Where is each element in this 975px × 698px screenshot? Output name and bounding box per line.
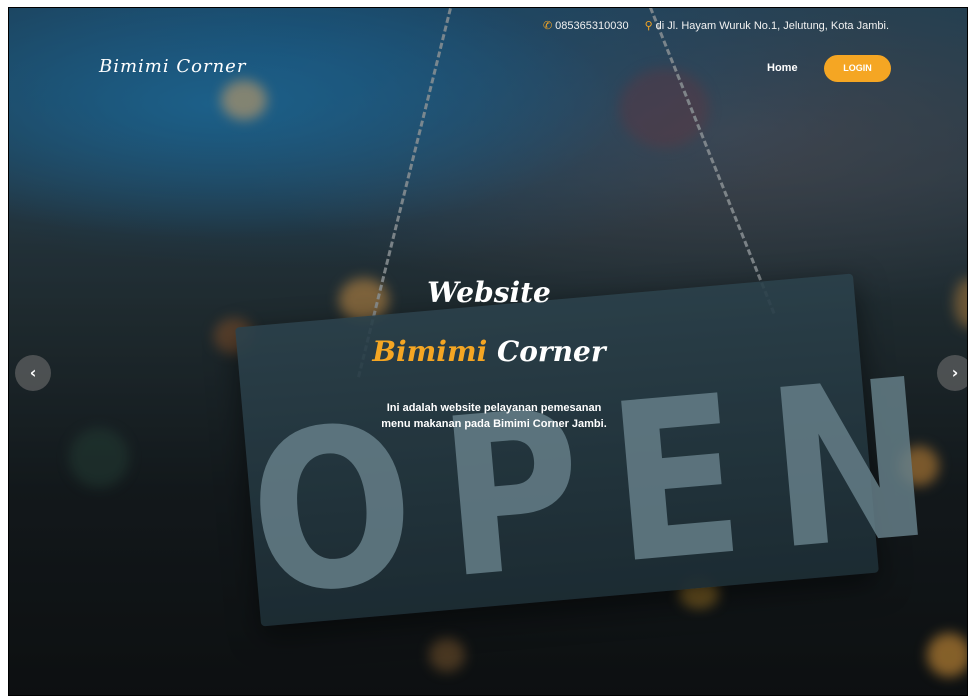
hero-title-brand: Bimimi Corner [9,335,967,368]
top-info-bar: ✆ 085365310030 ⚲ di Jl. Hayam Wuruk No.1, … [543,19,889,32]
carousel-prev-button[interactable]: ‹ [15,355,51,391]
hero-title-accent: Bimimi [372,335,488,368]
nav-home-link[interactable]: Home [767,62,798,74]
phone-number: 085365310030 [555,20,629,32]
hero-description: Ini adalah website pelayanan pemesanan m… [381,402,607,430]
location-pin-icon: ⚲ [644,20,653,32]
login-button[interactable]: LOGIN [824,55,891,82]
hero-title-website: Website [427,276,551,309]
hero-title-rest: Corner [496,335,606,368]
phone-icon: ✆ [542,20,553,32]
chevron-right-icon: › [951,363,959,382]
address-text: di Jl. Hayam Wuruk No.1, Jelutung, Kota … [655,20,889,32]
address-info: ⚲ di Jl. Hayam Wuruk No.1, Jelutung, Kota… [645,19,889,32]
phone-info: ✆ 085365310030 [543,19,629,32]
brand-logo[interactable]: Bimimi Corner [99,56,246,77]
page-frame: OPEN ✆ 085365310030 ⚲ di Jl. Hayam Wuruk N… [8,7,968,696]
chevron-left-icon: ‹ [29,363,37,382]
carousel-next-button[interactable]: › [937,355,967,391]
